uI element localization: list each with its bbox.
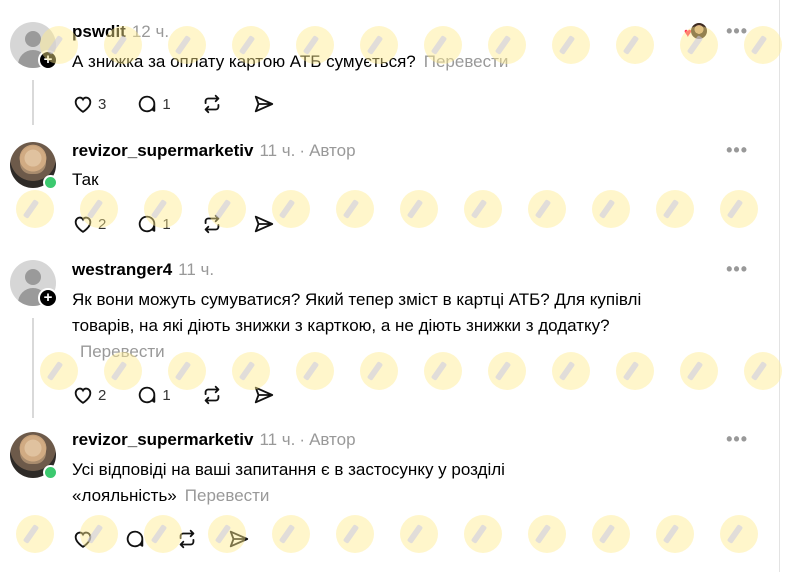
more-options-icon[interactable]: ••• [726, 429, 748, 450]
avatar[interactable]: + [10, 260, 58, 308]
username[interactable]: revizor_supermarketiv [72, 141, 253, 160]
post-time: 11 ч. [178, 260, 215, 279]
send-icon [254, 386, 273, 404]
translate-link[interactable]: Перевести [185, 486, 270, 505]
heart-icon [74, 96, 92, 113]
post-text: Так [72, 170, 99, 189]
like-button[interactable]: 3 [72, 93, 106, 115]
share-button[interactable] [253, 213, 275, 235]
reply-button[interactable]: 1 [136, 93, 171, 115]
thread-panel: + pswdit 12 ч. ♥ ••• А знижка за оплату к… [0, 0, 780, 572]
reply-post: revizor_supermarketiv 11 ч. · Автор ••• Так… [0, 128, 780, 256]
like-button[interactable]: 2 [72, 213, 106, 235]
post-time: 12 ч. [131, 22, 170, 41]
more-options-icon[interactable]: ••• [726, 21, 748, 42]
more-options-icon[interactable]: ••• [726, 259, 748, 280]
like-count: 3 [98, 95, 107, 113]
reply-post: + westranger4 11 ч. ••• Як вони можуть су… [0, 256, 780, 422]
repost-icon [179, 529, 195, 549]
heart-icon [74, 531, 92, 548]
like-count: 2 [98, 386, 107, 404]
translate-link[interactable]: Перевести [80, 342, 165, 361]
translate-link[interactable]: Перевести [424, 52, 509, 71]
avatar[interactable] [10, 142, 58, 190]
separator: · [299, 430, 306, 449]
online-status-icon [43, 175, 58, 190]
send-icon [254, 215, 273, 233]
share-button[interactable] [253, 384, 275, 406]
author-label: Автор [309, 430, 356, 449]
heart-icon [74, 216, 92, 233]
username[interactable]: westranger4 [72, 260, 172, 279]
more-options-icon[interactable]: ••• [726, 140, 748, 161]
thread-line [32, 80, 34, 125]
like-button[interactable] [72, 528, 94, 550]
follow-plus-icon[interactable]: + [38, 288, 58, 308]
post-text: Як вони можуть сумуватися? Який тепер зм… [72, 290, 642, 335]
reply-count: 1 [162, 215, 171, 233]
post-text: А знижка за оплату картою АТБ сумується? [72, 52, 416, 71]
reply-button[interactable]: 1 [136, 384, 171, 406]
username[interactable]: pswdit [72, 22, 126, 41]
like-button[interactable]: 2 [72, 384, 106, 406]
send-icon [254, 95, 273, 113]
avatar[interactable] [10, 432, 58, 480]
heart-icon [74, 387, 92, 404]
repost-icon [204, 214, 220, 234]
separator: · [299, 141, 306, 160]
share-button[interactable] [228, 528, 250, 550]
author-label: Автор [309, 141, 356, 160]
repost-button[interactable] [176, 528, 198, 550]
post-time: 11 ч. [259, 141, 296, 160]
liked-by-author-icon: ♥ [684, 22, 708, 44]
reply-post: + pswdit 12 ч. ♥ ••• А знижка за оплату к… [0, 0, 780, 128]
online-status-icon [43, 465, 58, 480]
send-icon [229, 530, 249, 548]
post-time: 11 ч. [259, 430, 296, 449]
username[interactable]: revizor_supermarketiv [72, 430, 253, 449]
reply-count: 1 [162, 95, 171, 113]
reply-post: revizor_supermarketiv 11 ч. · Автор ••• Усі… [0, 422, 780, 572]
like-count: 2 [98, 215, 107, 233]
repost-button[interactable] [201, 93, 223, 115]
comment-icon [139, 215, 156, 233]
repost-button[interactable] [201, 384, 223, 406]
comment-icon [126, 530, 144, 548]
repost-icon [204, 94, 220, 114]
reply-button[interactable]: 1 [136, 213, 171, 235]
share-button[interactable] [253, 93, 275, 115]
follow-plus-icon[interactable]: + [38, 50, 58, 70]
comment-icon [139, 386, 156, 404]
repost-icon [204, 385, 220, 405]
post-text: Усі відповіді на ваші запитання є в заст… [72, 460, 505, 505]
comment-icon [139, 95, 156, 113]
thread-line [32, 318, 34, 418]
reply-count: 1 [162, 386, 171, 404]
reply-button[interactable] [124, 528, 146, 550]
repost-button[interactable] [201, 213, 223, 235]
avatar[interactable]: + [10, 22, 58, 70]
